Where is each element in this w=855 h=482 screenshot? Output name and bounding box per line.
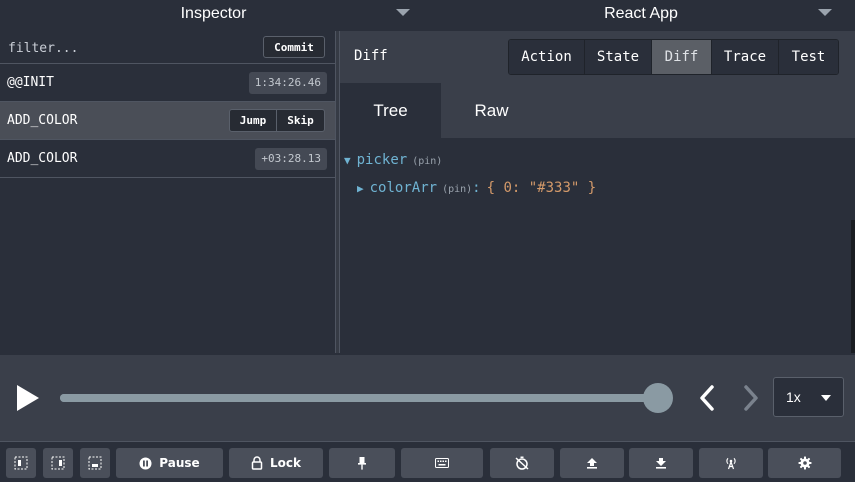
keyboard-icon bbox=[435, 458, 449, 468]
inspector-select[interactable]: Inspector bbox=[0, 0, 427, 28]
inspector-select-label: Inspector bbox=[180, 5, 247, 22]
timeline-track[interactable] bbox=[60, 394, 660, 402]
chevron-down-icon bbox=[821, 395, 831, 401]
collapsed-arrow-icon[interactable]: ▶ bbox=[357, 182, 364, 195]
app-select[interactable]: React App bbox=[427, 0, 855, 28]
download-icon bbox=[656, 458, 666, 469]
chevron-down-icon bbox=[396, 9, 410, 16]
tab-trace[interactable]: Trace bbox=[712, 40, 779, 74]
diff-tree: ▼ picker (pin) ▶ colorArr (pin) : { 0: "… bbox=[340, 138, 855, 353]
play-button[interactable] bbox=[14, 383, 42, 413]
tree-node-picker[interactable]: ▼ picker (pin) bbox=[344, 152, 442, 168]
top-bar: Inspector React App bbox=[0, 0, 855, 28]
jump-skip-group: Jump Skip bbox=[229, 109, 325, 132]
action-item-init[interactable]: @@INIT 1:34:26.46 bbox=[0, 64, 335, 102]
pin-icon bbox=[358, 457, 366, 470]
action-list-panel: Commit @@INIT 1:34:26.46 ADD_COLOR Jump … bbox=[0, 31, 335, 353]
action-timestamp: +03:28.13 bbox=[255, 147, 327, 170]
window-edge bbox=[851, 220, 855, 353]
slider-panel: 1x bbox=[0, 355, 855, 441]
persist-button[interactable] bbox=[329, 448, 395, 478]
chevron-left-icon bbox=[700, 385, 714, 411]
jump-button[interactable]: Jump bbox=[230, 110, 277, 131]
pin-link[interactable]: (pin) bbox=[412, 156, 442, 167]
subtab-tree[interactable]: Tree bbox=[340, 83, 441, 138]
pause-label: Pause bbox=[159, 456, 200, 470]
stopwatch-off-icon bbox=[515, 456, 529, 470]
dock-bottom-button[interactable] bbox=[80, 448, 110, 478]
lock-button[interactable]: Lock bbox=[229, 448, 323, 478]
pause-icon bbox=[139, 457, 152, 469]
tree-key: colorArr bbox=[369, 180, 438, 196]
upload-icon bbox=[587, 458, 597, 469]
monitor-panel: Diff Action State Diff Trace Test Tree R… bbox=[340, 31, 855, 353]
action-name: ADD_COLOR bbox=[7, 113, 78, 128]
skip-button[interactable]: Skip bbox=[277, 110, 324, 131]
tree-key: picker bbox=[356, 152, 408, 168]
play-icon bbox=[17, 385, 39, 411]
tab-action[interactable]: Action bbox=[509, 40, 585, 74]
timeline-fill bbox=[60, 394, 658, 402]
dock-bottom-icon bbox=[88, 456, 102, 470]
action-name: @@INIT bbox=[7, 75, 54, 90]
import-button[interactable] bbox=[629, 448, 693, 478]
action-item-add-color-selected[interactable]: ADD_COLOR Jump Skip bbox=[0, 102, 335, 140]
tree-node-colorarr[interactable]: ▶ colorArr (pin) : { 0: "#333" } bbox=[357, 180, 596, 196]
lock-icon bbox=[251, 456, 263, 470]
remote-button[interactable] bbox=[699, 448, 763, 478]
pause-recording-button[interactable]: Pause bbox=[116, 448, 223, 478]
monitor-title: Diff bbox=[354, 48, 388, 64]
footer-toolbar: Pause Lock bbox=[0, 441, 855, 482]
monitor-header: Diff Action State Diff Trace Test bbox=[340, 31, 855, 83]
app-select-label: React App bbox=[604, 5, 678, 22]
tab-state[interactable]: State bbox=[585, 40, 652, 74]
filter-row: Commit bbox=[0, 31, 335, 64]
lock-label: Lock bbox=[270, 456, 301, 470]
chevron-right-icon bbox=[744, 385, 758, 411]
pin-link[interactable]: (pin) bbox=[442, 184, 472, 195]
expanded-arrow-icon[interactable]: ▼ bbox=[344, 154, 351, 167]
tab-test[interactable]: Test bbox=[779, 40, 838, 74]
tree-value: { 0: "#333" } bbox=[486, 180, 597, 196]
tab-diff[interactable]: Diff bbox=[652, 40, 712, 74]
commit-button[interactable]: Commit bbox=[263, 36, 325, 58]
speed-value: 1x bbox=[786, 389, 801, 405]
timeline-knob[interactable] bbox=[643, 383, 673, 413]
subtab-raw[interactable]: Raw bbox=[441, 83, 542, 138]
stopwatch-button[interactable] bbox=[490, 448, 554, 478]
export-button[interactable] bbox=[560, 448, 624, 478]
speed-select[interactable]: 1x bbox=[773, 377, 844, 417]
dock-left-button[interactable] bbox=[6, 448, 36, 478]
broadcast-tower-icon bbox=[726, 457, 736, 470]
dock-right-icon bbox=[51, 456, 65, 470]
view-subtabs: Tree Raw bbox=[340, 83, 855, 138]
filter-input[interactable] bbox=[8, 38, 248, 58]
action-timestamp: 1:34:26.46 bbox=[248, 71, 327, 94]
action-item-add-color[interactable]: ADD_COLOR +03:28.13 bbox=[0, 140, 335, 178]
dock-right-button[interactable] bbox=[43, 448, 73, 478]
monitor-tabs: Action State Diff Trace Test bbox=[508, 39, 839, 75]
next-action-button[interactable] bbox=[739, 383, 763, 413]
previous-action-button[interactable] bbox=[695, 383, 719, 413]
gear-icon bbox=[798, 456, 811, 470]
action-name: ADD_COLOR bbox=[7, 151, 78, 166]
chevron-down-icon bbox=[818, 9, 832, 16]
dock-left-icon bbox=[14, 456, 28, 470]
dispatcher-button[interactable] bbox=[401, 448, 483, 478]
tree-colon: : bbox=[472, 180, 481, 196]
settings-button[interactable] bbox=[768, 448, 841, 478]
